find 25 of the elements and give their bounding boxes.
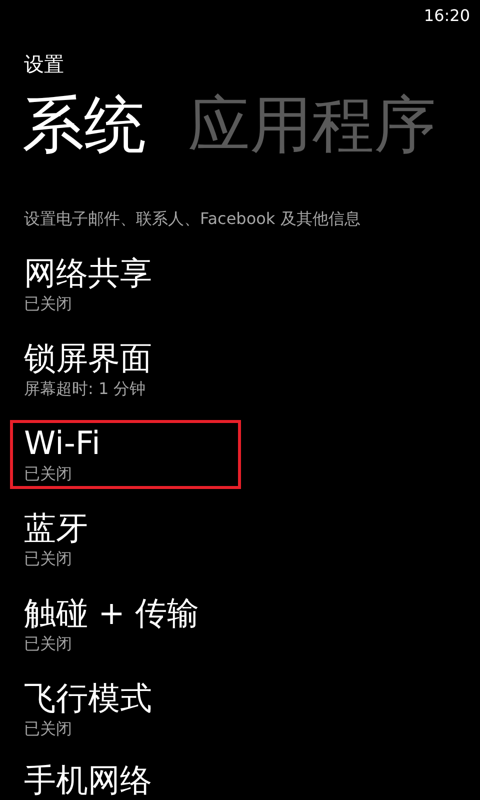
item-title: 蓝牙 (24, 508, 88, 548)
page-title: 设置 (24, 52, 64, 76)
item-subtitle: 屏幕超时: 1 分钟 (24, 378, 146, 400)
item-title: 手机网络 (24, 763, 152, 797)
pivot-tab[interactable]: 系统 (22, 90, 146, 160)
item-subtitle: 已关闭 (24, 293, 72, 315)
settings-item[interactable]: 网络共享 已关闭 (10, 250, 470, 319)
item-title: 飞行模式 (24, 678, 152, 718)
item-subtitle: 设置电子邮件、联系人、Facebook 及其他信息 (24, 208, 360, 230)
settings-item[interactable]: 蓝牙 已关闭 (10, 505, 470, 574)
settings-item[interactable]: 手机网络 (10, 760, 470, 800)
settings-item[interactable]: 锁屏界面 屏幕超时: 1 分钟 (10, 335, 470, 404)
item-subtitle: 已关闭 (24, 463, 72, 485)
item-title: 网络共享 (24, 253, 152, 293)
item-title: Wi-Fi (24, 423, 100, 463)
item-subtitle: 已关闭 (24, 633, 72, 655)
status-time: 16:20 (424, 5, 470, 27)
settings-item[interactable]: 触碰 + 传输 已关闭 (10, 590, 470, 659)
item-subtitle: 已关闭 (24, 718, 72, 740)
item-title: 锁屏界面 (24, 338, 152, 378)
item-title: 触碰 + 传输 (24, 593, 200, 633)
settings-item[interactable]: 飞行模式 已关闭 (10, 675, 470, 744)
settings-item[interactable]: 设置电子邮件、联系人、Facebook 及其他信息 (10, 160, 470, 234)
settings-item[interactable]: Wi-Fi 已关闭 (10, 420, 241, 489)
item-subtitle: 已关闭 (24, 548, 72, 570)
